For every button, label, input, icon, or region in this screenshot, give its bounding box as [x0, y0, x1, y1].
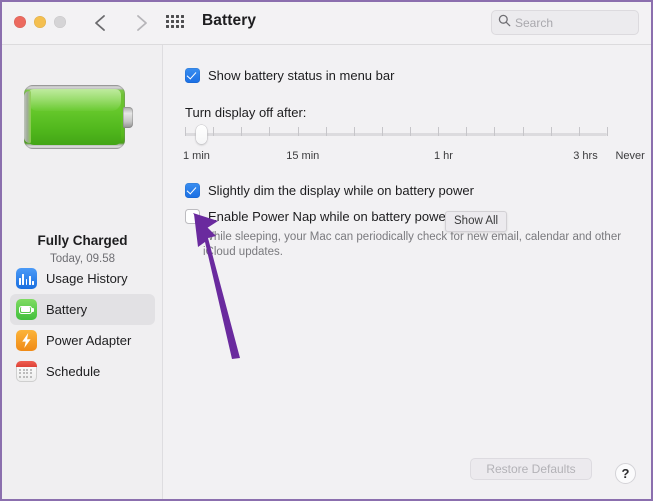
power-nap-label: Enable Power Nap while on battery power	[208, 209, 451, 224]
slightly-dim-checkbox[interactable]	[185, 183, 200, 198]
slider-tick	[269, 127, 271, 136]
battery-full-green-icon	[24, 85, 134, 149]
zoom-button	[54, 16, 66, 28]
show-battery-status-checkbox[interactable]	[185, 68, 200, 83]
slider-tick	[297, 127, 299, 136]
sidebar-item-label: Schedule	[46, 364, 101, 379]
sidebar-item-schedule[interactable]: Schedule	[10, 356, 155, 387]
slider-tick	[213, 127, 215, 136]
slider-tick	[607, 127, 608, 136]
charge-status-text: Fully Charged	[37, 233, 128, 248]
slider-tick	[325, 127, 327, 136]
sidebar-list: Usage History Battery Power Adapter Sche…	[2, 263, 163, 387]
battery-preferences-window: Battery Fully Charged Today, 09.58	[0, 0, 653, 501]
slightly-dim-row[interactable]: Slightly dim the display while on batter…	[185, 183, 474, 198]
search-input[interactable]	[515, 15, 625, 30]
slider-tick	[185, 127, 186, 136]
navigation-arrows	[90, 11, 152, 35]
traffic-lights	[14, 16, 66, 28]
slider-tick	[550, 127, 552, 136]
power-nap-checkbox[interactable]	[185, 209, 200, 224]
sidebar-item-power-adapter[interactable]: Power Adapter	[10, 325, 155, 356]
show-all-grid-icon[interactable]	[166, 15, 184, 31]
help-button[interactable]: ?	[615, 463, 636, 484]
slider-tick	[241, 127, 243, 136]
sidebar-item-label: Power Adapter	[46, 333, 132, 348]
sidebar: Fully Charged Today, 09.58 Usage History…	[2, 45, 163, 499]
power-nap-description: While sleeping, your Mac can periodicall…	[203, 231, 622, 258]
restore-defaults-button[interactable]: Restore Defaults	[470, 458, 592, 480]
show-battery-status-label: Show battery status in menu bar	[208, 68, 395, 83]
battery-icon	[16, 299, 37, 320]
slider-tick	[494, 127, 496, 136]
search-icon	[498, 14, 511, 32]
slider-tick-label: 15 min	[286, 150, 320, 162]
sidebar-item-label: Battery	[46, 302, 88, 317]
slider-tick	[410, 127, 412, 136]
slider-track[interactable]	[185, 133, 607, 136]
close-button[interactable]	[14, 16, 26, 28]
chevron-right-icon[interactable]	[130, 11, 152, 35]
sidebar-item-usage-history[interactable]: Usage History	[10, 263, 155, 294]
slider-tick	[578, 127, 580, 136]
sidebar-item-label: Usage History	[46, 271, 128, 286]
show-all-tooltip: Show All	[445, 211, 508, 232]
slider-tick	[522, 127, 524, 136]
slider-thumb[interactable]	[196, 125, 208, 144]
display-sleep-slider[interactable]: 1 min 15 min 1 hr 3 hrs Never	[183, 125, 645, 162]
main-content: Show battery status in menu bar Turn dis…	[163, 45, 651, 499]
slider-tick	[353, 127, 355, 136]
slider-tick	[381, 127, 383, 136]
search-field[interactable]	[491, 10, 639, 35]
slider-tick-label: 1 min	[183, 150, 210, 162]
page-title: Battery	[202, 12, 257, 29]
usage-history-icon	[16, 268, 37, 289]
slider-tick	[438, 127, 440, 136]
power-adapter-bolt-icon	[16, 330, 37, 351]
power-nap-row[interactable]: Enable Power Nap while on battery power	[185, 209, 450, 224]
slider-tick-label: 1 hr	[433, 150, 453, 162]
turn-display-off-label: Turn display off after:	[185, 105, 307, 120]
slider-tick-label: 3 hrs	[573, 150, 598, 162]
schedule-calendar-icon	[16, 361, 37, 382]
minimize-button[interactable]	[34, 16, 46, 28]
sidebar-item-battery[interactable]: Battery	[10, 294, 155, 325]
slider-tick	[466, 127, 468, 136]
slider-tick-label: Never	[615, 150, 645, 162]
chevron-left-icon[interactable]	[90, 11, 112, 35]
window-toolbar: Battery	[2, 2, 651, 45]
show-battery-status-row[interactable]: Show battery status in menu bar	[185, 68, 394, 83]
slightly-dim-label: Slightly dim the display while on batter…	[208, 183, 474, 198]
